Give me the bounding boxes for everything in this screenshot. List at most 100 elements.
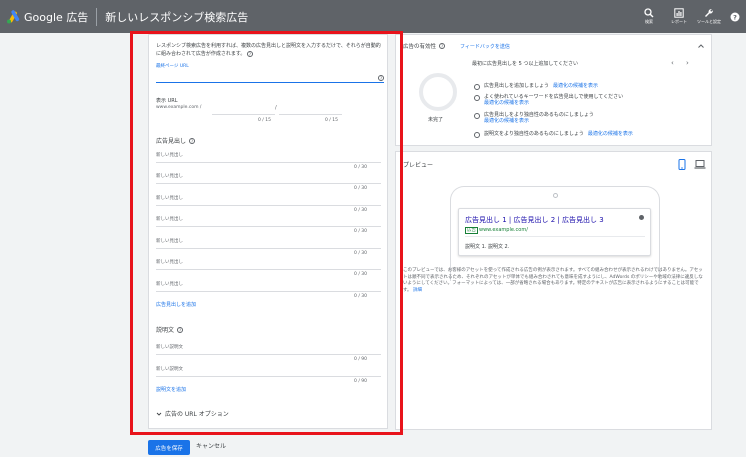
save-ad-button[interactable]: 広告を保存 (148, 440, 190, 455)
display-path1-input[interactable] (212, 114, 275, 115)
form-intro: レスポンシブ検索広告を利用すれば、複数の広告見出しと説明文を入力するだけで、それ… (156, 42, 381, 58)
reports-icon (674, 8, 684, 18)
ad-preview: 広告見出し 1 | 広告見出し 2 | 広告見出し 3 広告 www.examp… (458, 208, 651, 256)
send-feedback-link[interactable]: フィードバックを送信 (460, 43, 510, 50)
ad-preview-description: 説明文 1. 説明文 2. (465, 244, 510, 250)
headline-field-2[interactable]: 新しい見出し 0 / 30 (156, 170, 381, 191)
headline-placeholder: 新しい見出し (156, 260, 183, 265)
chevron-up-icon[interactable] (697, 42, 705, 50)
headline-char-count: 0 / 30 (354, 272, 367, 277)
ad-preview-card: プレビュー 広告見出し 1 | 広告見出し 2 | 広告見出し 3 広告 www… (395, 151, 712, 430)
top-app-bar: Google 広告 新しいレスポンシブ検索広告 検索 レポート ツールと設定 ? (0, 0, 746, 33)
search-icon (644, 8, 654, 18)
view-suggestions-link[interactable]: 最適化の候補を表示 (588, 131, 633, 137)
ad-strength-title: 広告の有効性 ? (403, 42, 446, 50)
ad-strength-status: 未完了 (428, 117, 444, 123)
suggestion-item: 広告見出しを追加しましょう 最適化の候補を表示 (474, 83, 706, 90)
add-headline-link[interactable]: 広告見出しを追加 (156, 301, 196, 308)
headline-char-count: 0 / 30 (354, 186, 367, 191)
help-icon: ? (730, 12, 740, 21)
preview-disclaimer: このプレビューでは、お客様のアセットを使って作成される広告の例が表示されます。す… (403, 268, 703, 294)
headline-field-6[interactable]: 新しい見出し 0 / 30 (156, 256, 381, 277)
suggestion-item: よく使われているキーワードを広告見出しで使用してください 最適化の候補を表示 (474, 94, 706, 106)
cancel-button[interactable]: キャンセル (196, 440, 226, 455)
description-field-2[interactable]: 新しい説明文 0 / 90 (156, 363, 381, 384)
help-icon[interactable]: ? (189, 137, 196, 144)
help-icon[interactable]: ? (439, 43, 446, 49)
ad-preview-url: www.example.com/ (479, 227, 528, 233)
url-options-label: 広告の URL オプション (165, 411, 229, 418)
display-url-label: 表示 URL (156, 98, 178, 104)
preview-disclaimer-text: このプレビューでは、お客様のアセットを使って作成される広告の例が表示されます。す… (403, 268, 703, 293)
ad-editor-form: レスポンシブ検索広告を利用すれば、複数の広告見出しと説明文を入力するだけで、それ… (148, 34, 388, 429)
add-description-link[interactable]: 説明文を追加 (156, 386, 186, 393)
suggestion-text: 広告見出しを追加しましょう (484, 83, 550, 89)
descriptions-title-text: 説明文 (156, 327, 175, 334)
display-url-domain: www.example.com / (156, 105, 202, 110)
help-icon[interactable]: ? (246, 50, 253, 57)
status-circle-icon (474, 83, 480, 90)
final-url-input[interactable] (156, 82, 384, 83)
tools-settings-button[interactable]: ツールと設定 (694, 8, 724, 25)
view-suggestions-link[interactable]: 最適化の候補を表示 (553, 83, 598, 89)
brand-name: Google 広告 (24, 10, 89, 24)
headline-field-1[interactable]: 新しい見出し 0 / 30 (156, 149, 381, 170)
status-circle-icon (474, 112, 480, 119)
header-divider (96, 7, 98, 26)
ad-preview-headline: 広告見出し 1 | 広告見出し 2 | 広告見出し 3 (465, 216, 604, 224)
google-ads-logo-icon (7, 9, 20, 23)
ad-strength-title-text: 広告の有効性 (403, 44, 437, 50)
ad-badge: 広告 (465, 227, 478, 234)
form-intro-text: レスポンシブ検索広告を利用すれば、複数の広告見出しと説明文を入力するだけで、それ… (156, 43, 381, 57)
mobile-preview-icon[interactable] (678, 159, 686, 170)
learn-more-link[interactable]: 詳細 (413, 288, 422, 293)
headline-placeholder: 新しい見出し (156, 196, 183, 201)
previous-suggestion-icon[interactable]: ‹ (671, 59, 674, 67)
headline-placeholder: 新しい見出し (156, 282, 183, 287)
headline-placeholder: 新しい見出し (156, 217, 183, 222)
search-tool-label: 検索 (645, 19, 653, 24)
desktop-preview-icon[interactable] (694, 160, 706, 169)
reports-tool-button[interactable]: レポート (664, 8, 694, 25)
headline-placeholder: 新しい見出し (156, 174, 183, 179)
description-placeholder: 新しい説明文 (156, 367, 183, 372)
suggestion-text: 説明文をより独自性のあるものにしましょう (484, 131, 584, 137)
search-tool-button[interactable]: 検索 (634, 8, 664, 25)
display-path-separator: / (275, 105, 277, 111)
descriptions-section-title: 説明文 ? (156, 325, 184, 334)
headline-field-3[interactable]: 新しい見出し 0 / 30 (156, 192, 381, 213)
headlines-section-title: 広告見出し ? (156, 136, 196, 145)
headline-field-5[interactable]: 新しい見出し 0 / 30 (156, 235, 381, 256)
final-url-help-icon[interactable]: ? (378, 74, 384, 81)
path1-char-count: 0 / 15 (258, 118, 271, 123)
status-circle-icon (474, 131, 480, 138)
svg-text:?: ? (733, 13, 737, 21)
display-path2-input[interactable] (279, 114, 342, 115)
view-suggestions-link[interactable]: 最適化の候補を表示 (484, 118, 594, 124)
description-field-1[interactable]: 新しい説明文 0 / 90 (156, 341, 381, 362)
headline-field-4[interactable]: 新しい見出し 0 / 30 (156, 213, 381, 234)
phone-frame: 広告見出し 1 | 広告見出し 2 | 広告見出し 3 広告 www.examp… (450, 186, 660, 281)
status-circle-icon (474, 94, 480, 101)
headline-placeholder: 新しい見出し (156, 153, 183, 158)
view-suggestions-link[interactable]: 最適化の候補を表示 (484, 100, 623, 106)
help-icon[interactable]: ? (177, 326, 184, 333)
info-icon[interactable] (639, 215, 644, 220)
headlines-title-text: 広告見出し (156, 138, 187, 145)
url-options-toggle[interactable]: 広告の URL オプション (156, 409, 229, 418)
page-title: 新しいレスポンシブ検索広告 (105, 10, 249, 24)
wrench-icon (705, 9, 713, 17)
help-button[interactable]: ? (724, 12, 746, 22)
suggestion-item: 広告見出しをより独自性のあるものにしましょう 最適化の候補を表示 (474, 112, 706, 124)
next-suggestion-icon[interactable]: › (686, 59, 689, 67)
google-ads-logo[interactable]: Google 広告 (6, 9, 88, 25)
headline-field-7[interactable]: 新しい見出し 0 / 30 (156, 278, 381, 299)
chevron-down-icon (156, 412, 162, 416)
tools-settings-label: ツールと設定 (697, 19, 721, 24)
description-placeholder: 新しい説明文 (156, 345, 183, 350)
phone-camera (553, 193, 558, 198)
headline-char-count: 0 / 30 (354, 229, 367, 234)
ad-strength-card: 広告の有効性 ? フィードバックを送信 未完了 最初に広告見出しを 5 つ以上追… (395, 34, 712, 146)
suggestion-item: 説明文をより独自性のあるものにしましょう 最適化の候補を表示 (474, 131, 706, 138)
suggestion-header: 最初に広告見出しを 5 つ以上追加してください (472, 61, 579, 67)
